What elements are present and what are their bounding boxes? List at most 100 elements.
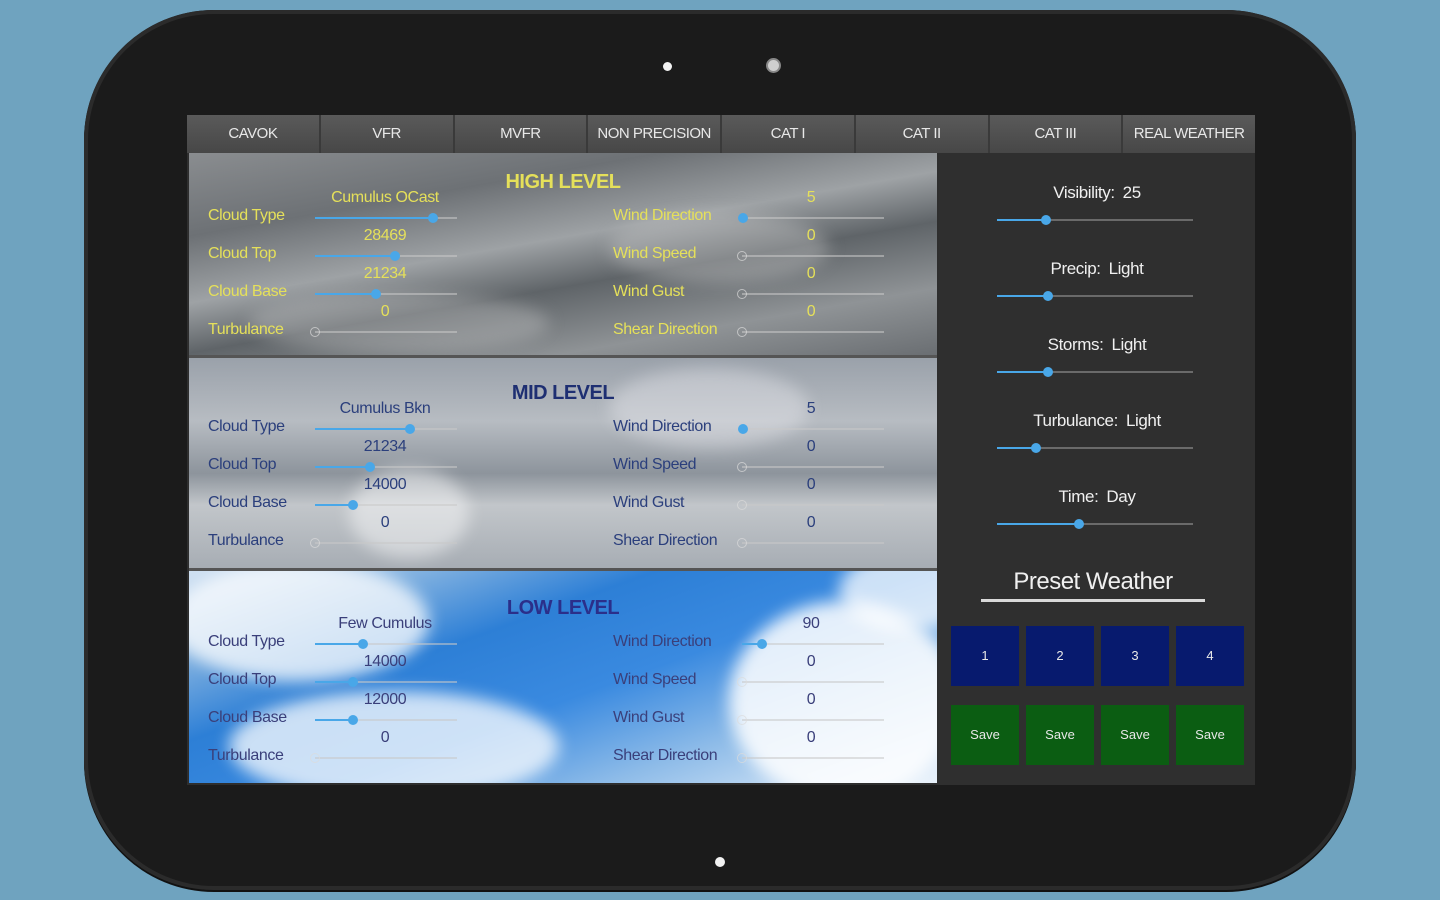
low-shear-direction-label: Shear Direction xyxy=(613,747,718,764)
slider-thumb[interactable] xyxy=(737,715,747,725)
mid-wind-direction-slider[interactable] xyxy=(738,424,884,434)
slider-thumb[interactable] xyxy=(737,753,747,763)
low-cloud-top-value: 14000 xyxy=(363,653,407,670)
preset-slot-2-button[interactable]: 2 xyxy=(1026,626,1094,686)
preset-slot-1-button[interactable]: 1 xyxy=(951,626,1019,686)
visibility-value: 25 xyxy=(1122,183,1142,202)
low-wind-speed-slider[interactable] xyxy=(737,677,884,687)
high-cloud-top-label: Cloud Top xyxy=(208,245,277,262)
slider-thumb[interactable] xyxy=(389,251,400,261)
low-shear-direction-slider[interactable] xyxy=(737,753,884,763)
slider-thumb[interactable] xyxy=(737,289,747,299)
low-wind-speed-value: 0 xyxy=(806,653,816,670)
mid-cloud-type-value: Cumulus Bkn xyxy=(339,400,431,417)
slider-fill xyxy=(315,643,364,645)
tab-non-precision[interactable]: NON PRECISION xyxy=(588,115,722,153)
slider-fill xyxy=(315,217,433,219)
mid-cloud-base-slider[interactable] xyxy=(315,500,457,510)
preset-title-underline xyxy=(981,599,1205,602)
time-slider[interactable] xyxy=(997,519,1193,529)
high-cloud-base-slider[interactable] xyxy=(315,289,457,299)
tab-real-weather[interactable]: REAL WEATHER xyxy=(1123,115,1255,153)
slider-thumb[interactable] xyxy=(427,213,438,223)
slider-thumb[interactable] xyxy=(737,251,747,261)
save-slot-3-button[interactable]: Save xyxy=(1101,705,1169,765)
mid-turbulance-slider[interactable] xyxy=(310,538,457,548)
preset-slot-3-button[interactable]: 3 xyxy=(1101,626,1169,686)
slider-thumb[interactable] xyxy=(405,424,416,434)
preset-slot-4-button[interactable]: 4 xyxy=(1176,626,1244,686)
mid-shear-direction-value: 0 xyxy=(806,514,816,531)
precip-slider[interactable] xyxy=(997,291,1193,301)
slider-thumb[interactable] xyxy=(737,500,747,510)
high-cloud-top-slider[interactable] xyxy=(315,251,457,261)
visibility-slider[interactable] xyxy=(997,215,1193,225)
slider-fill xyxy=(315,293,377,295)
slider-thumb[interactable] xyxy=(1074,519,1085,529)
low-cloud-top-slider[interactable] xyxy=(315,677,457,687)
save-slot-1-button[interactable]: Save xyxy=(951,705,1019,765)
low-turbulance-label: Turbulance xyxy=(208,747,284,764)
save-slot-2-button[interactable]: Save xyxy=(1026,705,1094,765)
slider-thumb[interactable] xyxy=(1041,215,1051,225)
turbulance-value: Light xyxy=(1125,411,1161,430)
low-turbulance-slider[interactable] xyxy=(310,753,457,763)
slider-thumb[interactable] xyxy=(310,753,320,763)
slider-thumb[interactable] xyxy=(737,462,747,472)
tab-cavok[interactable]: CAVOK xyxy=(187,115,321,153)
preset-tab-bar: CAVOK VFR MVFR NON PRECISION CAT I CAT I… xyxy=(187,115,1255,153)
conditions-panel: Preset Weather Visibility: 25 Precip: Light… xyxy=(939,153,1255,785)
mid-cloud-type-slider[interactable] xyxy=(315,424,457,434)
low-cloud-type-slider[interactable] xyxy=(315,639,457,649)
high-cloud-top-value: 28469 xyxy=(363,227,407,244)
high-turbulance-slider[interactable] xyxy=(310,327,457,337)
high-wind-gust-slider[interactable] xyxy=(737,289,884,299)
slider-thumb[interactable] xyxy=(737,677,747,687)
low-cloud-top-label: Cloud Top xyxy=(208,671,277,688)
low-wind-direction-slider[interactable] xyxy=(742,639,884,649)
low-cloud-type-value: Few Cumulus xyxy=(338,615,432,632)
slider-thumb[interactable] xyxy=(310,327,320,337)
storms-slider[interactable] xyxy=(997,367,1193,377)
low-cloud-base-slider[interactable] xyxy=(315,715,457,725)
slider-thumb[interactable] xyxy=(371,289,382,299)
mid-wind-speed-slider[interactable] xyxy=(737,462,884,472)
mid-wind-gust-slider[interactable] xyxy=(737,500,884,510)
tab-vfr[interactable]: VFR xyxy=(320,115,455,153)
turbulance-slider[interactable] xyxy=(997,443,1193,453)
time-value: Day xyxy=(1106,487,1136,506)
turbulance-label: Turbulance: xyxy=(1033,411,1118,430)
high-cloud-base-label: Cloud Base xyxy=(208,283,287,300)
mid-shear-direction-slider[interactable] xyxy=(737,538,884,548)
high-cloud-type-slider[interactable] xyxy=(315,213,457,223)
high-cloud-base-value: 21234 xyxy=(363,265,407,282)
slider-thumb[interactable] xyxy=(737,327,747,337)
slider-thumb[interactable] xyxy=(348,677,359,687)
low-level-panel: LOW LEVEL Cloud Type Few Cumulus Wind Direc… xyxy=(189,571,937,783)
tab-cat-i[interactable]: CAT I xyxy=(722,115,856,153)
slider-thumb[interactable] xyxy=(1042,291,1053,301)
slider-fill xyxy=(315,466,371,468)
save-slot-4-button[interactable]: Save xyxy=(1176,705,1244,765)
mid-wind-direction-label: Wind Direction xyxy=(613,418,712,435)
high-shear-direction-slider[interactable] xyxy=(737,327,884,337)
slider-fill xyxy=(997,219,1046,221)
low-wind-gust-slider[interactable] xyxy=(737,715,884,725)
cloud-shape xyxy=(609,368,809,448)
slider-fill xyxy=(997,295,1048,297)
mid-cloud-top-slider[interactable] xyxy=(315,462,457,472)
mid-cloud-type-label: Cloud Type xyxy=(208,418,285,435)
slider-thumb[interactable] xyxy=(310,538,320,548)
tab-cat-ii[interactable]: CAT II xyxy=(855,115,990,153)
slider-thumb[interactable] xyxy=(1042,367,1053,377)
low-turbulance-value: 0 xyxy=(380,729,390,746)
tab-cat-iii[interactable]: CAT III xyxy=(989,115,1124,153)
high-wind-speed-slider[interactable] xyxy=(737,251,884,261)
high-wind-direction-slider[interactable] xyxy=(738,213,884,223)
tab-mvfr[interactable]: MVFR xyxy=(454,115,589,153)
slider-thumb[interactable] xyxy=(756,639,767,649)
low-wind-gust-label: Wind Gust xyxy=(613,709,685,726)
slider-thumb[interactable] xyxy=(1031,443,1042,453)
slider-thumb[interactable] xyxy=(365,462,376,472)
slider-thumb[interactable] xyxy=(737,538,747,548)
